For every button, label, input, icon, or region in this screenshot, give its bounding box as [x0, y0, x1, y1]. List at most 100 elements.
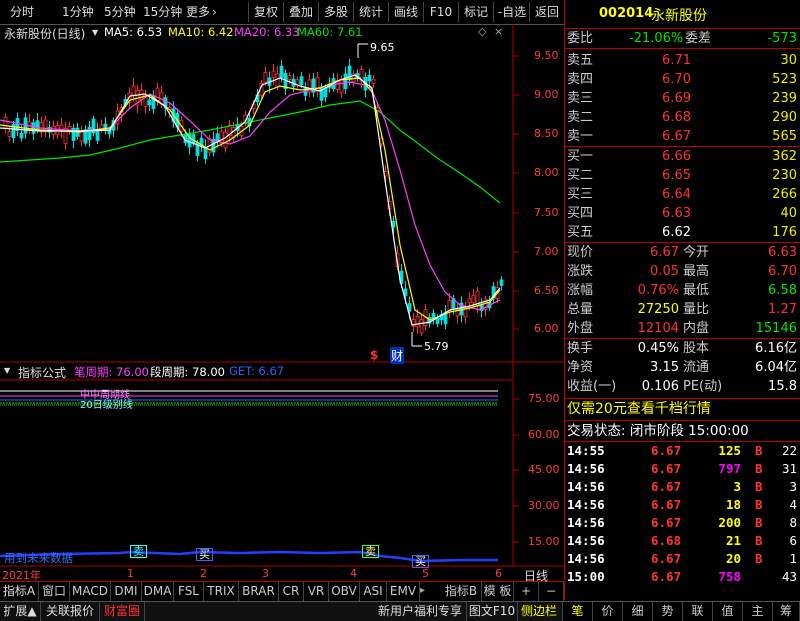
stat-value: 6.67	[650, 245, 679, 260]
indicator-title[interactable]: 指标公式	[18, 364, 66, 381]
ask-volume: 239	[772, 91, 797, 106]
expand-button[interactable]: 扩展▲	[0, 602, 41, 621]
buy-signal: 买	[196, 548, 213, 561]
new-user-promo[interactable]: 新用户福利专享	[378, 602, 462, 621]
template-button[interactable]: 模 板	[482, 582, 514, 601]
kline-chart[interactable]	[0, 0, 564, 600]
stat-label: 涨跌	[567, 264, 594, 279]
duan-period-label: 段周期: 78.00	[150, 365, 225, 379]
add-pane-button[interactable]: +	[514, 582, 539, 601]
tabs-scroll-icon[interactable]: ▸	[420, 585, 425, 596]
tab-dmi[interactable]: DMI	[111, 582, 142, 601]
tab-chips[interactable]: 筹	[773, 602, 800, 621]
tab-detail[interactable]: 细	[623, 602, 653, 621]
tab-trend[interactable]: 势	[653, 602, 683, 621]
ask-row[interactable]: 卖五 6.71 30	[565, 51, 800, 70]
stat-label: 净资	[567, 360, 594, 375]
tab-cr[interactable]: CR	[279, 582, 304, 601]
tab-link[interactable]: 联	[683, 602, 713, 621]
tick-time: 14:55	[567, 443, 605, 458]
stat-row: 现价 6.67 今开 6.63	[565, 243, 800, 262]
tick-time: 15:00	[567, 569, 605, 584]
tab-emv[interactable]: EMV	[387, 582, 420, 601]
tab-brar[interactable]: BRAR	[239, 582, 279, 601]
tab-fsl[interactable]: FSL	[174, 582, 204, 601]
stat-row: 收益(一) 0.106 PE(动) 15.8	[565, 377, 800, 396]
tick-time: 14:56	[567, 479, 605, 494]
tab-dma[interactable]: DMA	[142, 582, 174, 601]
depth-promo-link[interactable]: 仅需20元查看千档行情	[565, 399, 800, 420]
tick-row: 14:56 6.67 20 B 1	[565, 550, 800, 568]
tab-window[interactable]: 窗口	[39, 582, 70, 601]
dollar-event-icon[interactable]: $	[370, 348, 378, 362]
price-tick: 7.50	[534, 206, 559, 219]
stat-value: 6.04亿	[755, 360, 797, 375]
bid-label: 买三	[567, 187, 594, 202]
daily-level-line-label: 20日级别线	[80, 400, 133, 411]
finance-event-icon[interactable]: 财	[390, 347, 405, 364]
tab-obv[interactable]: OBV	[329, 582, 360, 601]
candle-body	[371, 78, 376, 84]
tab-macd[interactable]: MACD	[70, 582, 111, 601]
price-tick: 8.50	[534, 127, 559, 140]
candle-body	[155, 87, 160, 102]
stat-value: 15146	[755, 321, 797, 336]
bid-row[interactable]: 买二 6.65 230	[565, 166, 800, 185]
axis-month: 3	[262, 567, 269, 580]
stat-label: 量比	[683, 302, 710, 317]
tab-bi[interactable]: 笔	[563, 602, 593, 621]
tick-count: 43	[781, 569, 797, 584]
wealth-circle-tab[interactable]: 财富圈	[100, 602, 145, 621]
f10-graphic-button[interactable]: 图文F10	[466, 602, 518, 621]
price-tick: 6.50	[534, 284, 559, 297]
bid-row[interactable]: 买一 6.66 362	[565, 147, 800, 166]
tab-trix[interactable]: TRIX	[204, 582, 239, 601]
tick-direction: B	[755, 479, 763, 494]
bid-price: 6.64	[662, 187, 691, 202]
ask-label: 卖二	[567, 110, 594, 125]
tab-vr[interactable]: VR	[304, 582, 329, 601]
tab-value[interactable]: 值	[713, 602, 743, 621]
ask-row[interactable]: 卖三 6.69 239	[565, 89, 800, 108]
date-axis: 2021年 1 2 3 4 5 6 日线	[0, 566, 564, 583]
axis-month: 1	[127, 567, 134, 580]
bid-row[interactable]: 买四 6.63 40	[565, 204, 800, 223]
tick-time: 14:56	[567, 533, 605, 548]
stat-value: 3.15	[650, 360, 679, 375]
ask-row[interactable]: 卖四 6.70 523	[565, 70, 800, 89]
candle-body	[263, 72, 268, 83]
ask-label: 卖三	[567, 91, 594, 106]
remove-pane-button[interactable]: −	[539, 582, 564, 601]
bid-row[interactable]: 买五 6.62 176	[565, 223, 800, 242]
tick-count: 31	[781, 461, 797, 476]
ask-price: 6.68	[662, 110, 691, 125]
tab-asi[interactable]: ASI	[360, 582, 387, 601]
related-quote-tab[interactable]: 关联报价	[41, 602, 100, 621]
candle-body	[131, 85, 136, 96]
tick-volume: 797	[718, 461, 741, 476]
tick-price: 6.67	[651, 515, 682, 530]
candle-body	[299, 76, 304, 85]
stat-value: 0.05	[650, 264, 679, 279]
sidebar-button[interactable]: 侧边栏	[516, 602, 563, 621]
tab-main[interactable]: 主	[743, 602, 773, 621]
stat-value: 6.58	[768, 283, 797, 298]
candle-body	[203, 146, 208, 160]
bid-row[interactable]: 买三 6.64 266	[565, 185, 800, 204]
candle-body	[311, 78, 316, 93]
tick-direction: B	[755, 551, 763, 566]
ask-row[interactable]: 卖二 6.68 290	[565, 108, 800, 127]
stat-value: 27250	[637, 302, 679, 317]
tick-count: 8	[789, 515, 797, 530]
tick-count: 1	[789, 551, 797, 566]
stat-value: 0.45%	[637, 341, 679, 356]
ask-row[interactable]: 卖一 6.67 565	[565, 127, 800, 146]
indicator-tick: 75.00	[528, 392, 560, 405]
stat-row: 换手 0.45% 股本 6.16亿	[565, 339, 800, 358]
indicator-collapse-icon[interactable]: ▼	[4, 366, 10, 375]
tab-indicator-b[interactable]: 指标B	[441, 582, 482, 601]
tab-indicator-a[interactable]: 指标A	[0, 582, 39, 601]
tab-price[interactable]: 价	[593, 602, 623, 621]
candle-body	[7, 131, 12, 137]
stat-label: 总量	[567, 302, 594, 317]
